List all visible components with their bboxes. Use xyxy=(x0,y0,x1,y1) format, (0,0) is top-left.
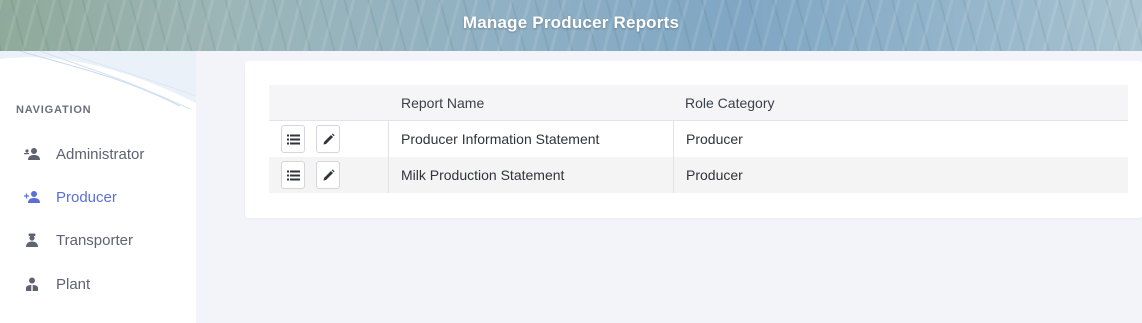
cell-report-name: Producer Information Statement xyxy=(390,121,674,157)
user-group-icon xyxy=(24,148,40,160)
reports-table: Report Name Role Category Producer Infor… xyxy=(269,85,1128,193)
column-header-role-category[interactable]: Role Category xyxy=(685,95,775,111)
sidebar-item-administrator[interactable]: Administrator xyxy=(0,136,196,172)
user-plus-icon xyxy=(24,191,40,203)
list-icon xyxy=(286,134,300,144)
page-title: Manage Producer Reports xyxy=(462,13,680,32)
reports-card: Report Name Role Category Producer Infor… xyxy=(245,61,1142,218)
edit-pencil-icon xyxy=(323,132,335,144)
report-name-text: Milk Production Statement xyxy=(401,167,565,183)
role-category-text: Producer xyxy=(686,167,743,183)
worker-icon xyxy=(26,277,38,291)
sidebar-item-label: Transporter xyxy=(56,231,133,249)
driver-icon xyxy=(26,233,38,247)
edit-button[interactable] xyxy=(316,125,340,153)
sidebar-item-producer[interactable]: Producer xyxy=(0,179,196,215)
row-actions xyxy=(269,157,389,193)
table-row: Producer Information Statement Producer xyxy=(269,121,1128,157)
row-actions xyxy=(269,121,389,157)
sidebar-item-label: Plant xyxy=(56,275,91,293)
list-icon xyxy=(286,170,300,180)
edit-button[interactable] xyxy=(316,161,340,189)
sidebar-item-label: Administrator xyxy=(56,145,145,163)
sidebar-item-plant[interactable]: Plant xyxy=(0,266,196,302)
column-header-report-name[interactable]: Report Name xyxy=(401,95,484,111)
view-details-button[interactable] xyxy=(281,161,305,189)
sidebar-item-label: Producer xyxy=(56,188,117,206)
sidebar: NAVIGATION Administrator Producer Transp… xyxy=(0,51,196,323)
cell-report-name: Milk Production Statement xyxy=(390,157,674,193)
view-details-button[interactable] xyxy=(281,125,305,153)
table-header: Report Name Role Category xyxy=(269,85,1128,121)
sidebar-decoration xyxy=(0,51,196,110)
edit-pencil-icon xyxy=(323,168,335,180)
nav-heading: NAVIGATION xyxy=(16,104,92,116)
sidebar-item-transporter[interactable]: Transporter xyxy=(0,222,196,258)
report-name-text: Producer Information Statement xyxy=(401,131,600,147)
page-header: Manage Producer Reports xyxy=(0,0,1142,51)
role-category-text: Producer xyxy=(686,131,743,147)
table-row: Milk Production Statement Producer xyxy=(269,157,1128,193)
